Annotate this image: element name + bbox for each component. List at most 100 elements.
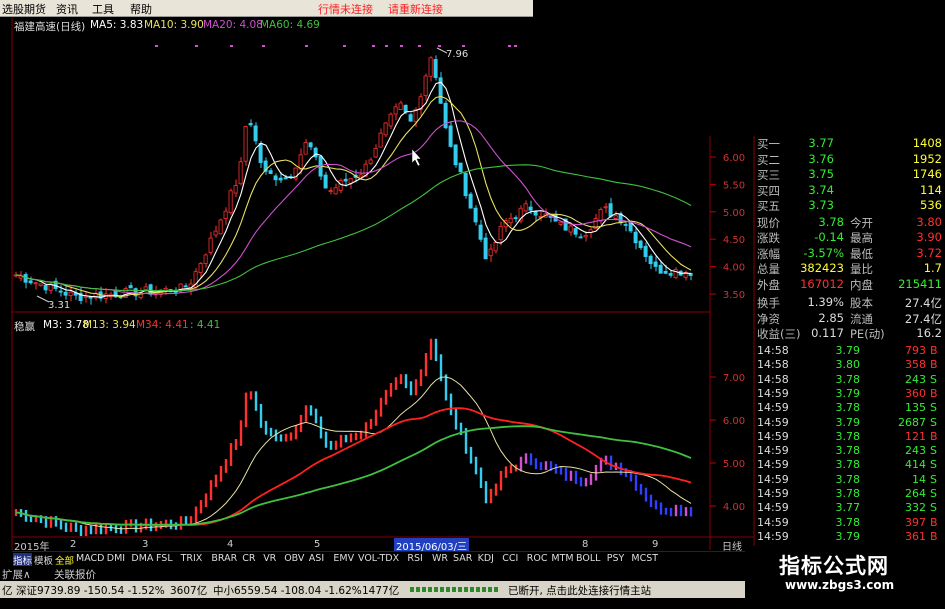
fin-label-2: 流通 bbox=[850, 311, 873, 326]
tick-row[interactable]: 14:58 3.80 358 B bbox=[754, 358, 945, 372]
m34-label: M34: 4.41 bbox=[136, 319, 189, 331]
bid-row[interactable]: 买四 3.74 114 bbox=[754, 183, 945, 199]
tab-模板[interactable]: 模板 bbox=[34, 553, 53, 567]
candle-body bbox=[633, 231, 638, 244]
tick-row[interactable]: 14:59 3.78 397 B bbox=[754, 516, 945, 530]
tick-price: 3.78 bbox=[835, 472, 861, 486]
bid-volume: 1952 bbox=[912, 151, 942, 166]
tab-psy[interactable]: PSY bbox=[607, 553, 625, 564]
fin-value: 2.85 bbox=[818, 310, 844, 325]
tab-obv[interactable]: OBV bbox=[284, 553, 304, 564]
candle-body bbox=[658, 264, 663, 274]
tick-row[interactable]: 14:59 3.78 243 S bbox=[754, 444, 945, 458]
bid-row[interactable]: 买二 3.76 1952 bbox=[754, 152, 945, 168]
indicator-tab-bar: 指标 模板 全部 MACD DMI DMA FSL TRIX BRAR CR VR OBV ASI EMV… bbox=[12, 551, 745, 567]
candle-body bbox=[348, 178, 353, 184]
fin-row: 换手 1.39% 股本 27.4亿 bbox=[754, 295, 945, 311]
tick-flag: S bbox=[930, 401, 937, 415]
expand-button[interactable]: 扩展∧ bbox=[2, 567, 31, 582]
candle-body bbox=[308, 142, 313, 148]
candle-body bbox=[343, 178, 348, 182]
tick-row[interactable]: 14:59 3.78 121 B bbox=[754, 430, 945, 444]
tick-row[interactable]: 14:59 3.79 360 B bbox=[754, 387, 945, 401]
candle-body bbox=[68, 291, 73, 296]
candle-body bbox=[383, 122, 388, 136]
tab-brar[interactable]: BRAR bbox=[211, 553, 237, 564]
tab-macd[interactable]: MACD bbox=[76, 553, 104, 564]
m13-label: M13: 3.94 bbox=[83, 319, 136, 331]
fin-label: 净资 bbox=[757, 311, 780, 326]
stat-value-2: 1.7 bbox=[923, 261, 942, 275]
tick-time: 14:59 bbox=[757, 472, 789, 486]
tick-time: 14:59 bbox=[757, 444, 789, 458]
sub-indicator-name: 稳赢 bbox=[14, 321, 35, 333]
candle-body bbox=[368, 159, 373, 164]
tab-vr[interactable]: VR bbox=[263, 553, 276, 564]
candle-body bbox=[608, 203, 613, 217]
tab-wr[interactable]: WR bbox=[432, 553, 448, 564]
candle-body bbox=[513, 217, 518, 220]
stat-label: 现价 bbox=[757, 215, 780, 230]
bid-row[interactable]: 买三 3.75 1746 bbox=[754, 167, 945, 183]
tab-fsl[interactable]: FSL bbox=[156, 553, 173, 564]
stat-value-2: 3.72 bbox=[916, 245, 942, 260]
candle-body bbox=[458, 162, 463, 173]
ma60-label: MA60: 4.69 bbox=[260, 19, 320, 31]
candle-body bbox=[663, 270, 668, 274]
tab-rsi[interactable]: RSI bbox=[407, 553, 422, 564]
candle-body bbox=[603, 206, 608, 209]
tab-mcst[interactable]: MCST bbox=[631, 553, 658, 564]
date-axis-month: 4 bbox=[227, 539, 233, 550]
tab-vol-tdx[interactable]: VOL-TDX bbox=[358, 553, 399, 564]
candle-body bbox=[338, 179, 343, 191]
status-shenzhen[interactable]: 深证9739.89 -150.54 -1.52% bbox=[16, 583, 165, 598]
ma60-line bbox=[15, 164, 692, 292]
tick-row[interactable]: 14:59 3.77 332 S bbox=[754, 501, 945, 515]
tab-指标[interactable]: 指标 bbox=[13, 553, 33, 567]
candle-body bbox=[483, 237, 488, 260]
status-disconnected[interactable]: 已断开, 点击此处连接行情主站 bbox=[508, 583, 651, 598]
sub-m34-line bbox=[15, 407, 692, 527]
signal-marker bbox=[385, 45, 388, 47]
tab-emv[interactable]: EMV bbox=[333, 553, 354, 564]
tick-row[interactable]: 14:59 3.78 264 S bbox=[754, 487, 945, 501]
tick-list[interactable]: 14:58 3.79 793 B 14:58 3.80 358 B 14:58 3.78 243 S 1… bbox=[754, 344, 945, 547]
tab-roc[interactable]: ROC bbox=[527, 553, 548, 564]
candle-body bbox=[578, 236, 583, 239]
tab-boll[interactable]: BOLL bbox=[576, 553, 600, 564]
tick-row[interactable]: 14:59 3.79 361 B bbox=[754, 530, 945, 544]
status-smb[interactable]: 中小6559.54 -108.04 -1.62% bbox=[213, 583, 362, 598]
tab-全部[interactable]: 全部 bbox=[55, 553, 74, 567]
tick-row[interactable]: 14:59 3.78 14 S bbox=[754, 473, 945, 487]
related-quote-button[interactable]: 关联报价 bbox=[54, 567, 96, 582]
candle-body bbox=[328, 190, 333, 193]
tick-row[interactable]: 14:59 3.78 414 S bbox=[754, 458, 945, 472]
tab-asi[interactable]: ASI bbox=[309, 553, 324, 564]
candle-body bbox=[378, 132, 383, 148]
candle-body bbox=[213, 230, 218, 236]
tab-mtm[interactable]: MTM bbox=[551, 553, 573, 564]
tab-sar[interactable]: SAR bbox=[453, 553, 472, 564]
tick-row[interactable]: 14:58 3.79 793 B bbox=[754, 344, 945, 358]
stat-row: 涨跌 -0.14 最高 3.90 bbox=[754, 230, 945, 246]
tab-kdj[interactable]: KDJ bbox=[478, 553, 494, 564]
tick-row[interactable]: 14:59 3.78 135 S bbox=[754, 401, 945, 415]
signal-marker bbox=[155, 45, 158, 47]
connection-progress bbox=[410, 587, 500, 592]
tick-flag: S bbox=[930, 372, 937, 386]
bid-row[interactable]: 买一 3.77 1408 bbox=[754, 136, 945, 152]
tick-time: 14:59 bbox=[757, 487, 789, 500]
candle-body bbox=[218, 219, 223, 235]
tick-row[interactable]: 14:59 3.79 2687 S bbox=[754, 416, 945, 430]
tab-dmi[interactable]: DMI bbox=[107, 553, 125, 564]
sub-axis-label: 4.00 bbox=[723, 502, 745, 513]
signal-marker bbox=[195, 45, 198, 47]
tab-cci[interactable]: CCI bbox=[502, 553, 518, 564]
tick-row[interactable]: 14:58 3.78 243 S bbox=[754, 373, 945, 387]
tab-cr[interactable]: CR bbox=[242, 553, 255, 564]
bid-row[interactable]: 买五 3.73 536 bbox=[754, 198, 945, 214]
tab-dma[interactable]: DMA bbox=[131, 553, 153, 564]
candle-body bbox=[128, 285, 133, 289]
tab-trix[interactable]: TRIX bbox=[181, 553, 203, 564]
stat-label-2: 最高 bbox=[850, 231, 873, 245]
